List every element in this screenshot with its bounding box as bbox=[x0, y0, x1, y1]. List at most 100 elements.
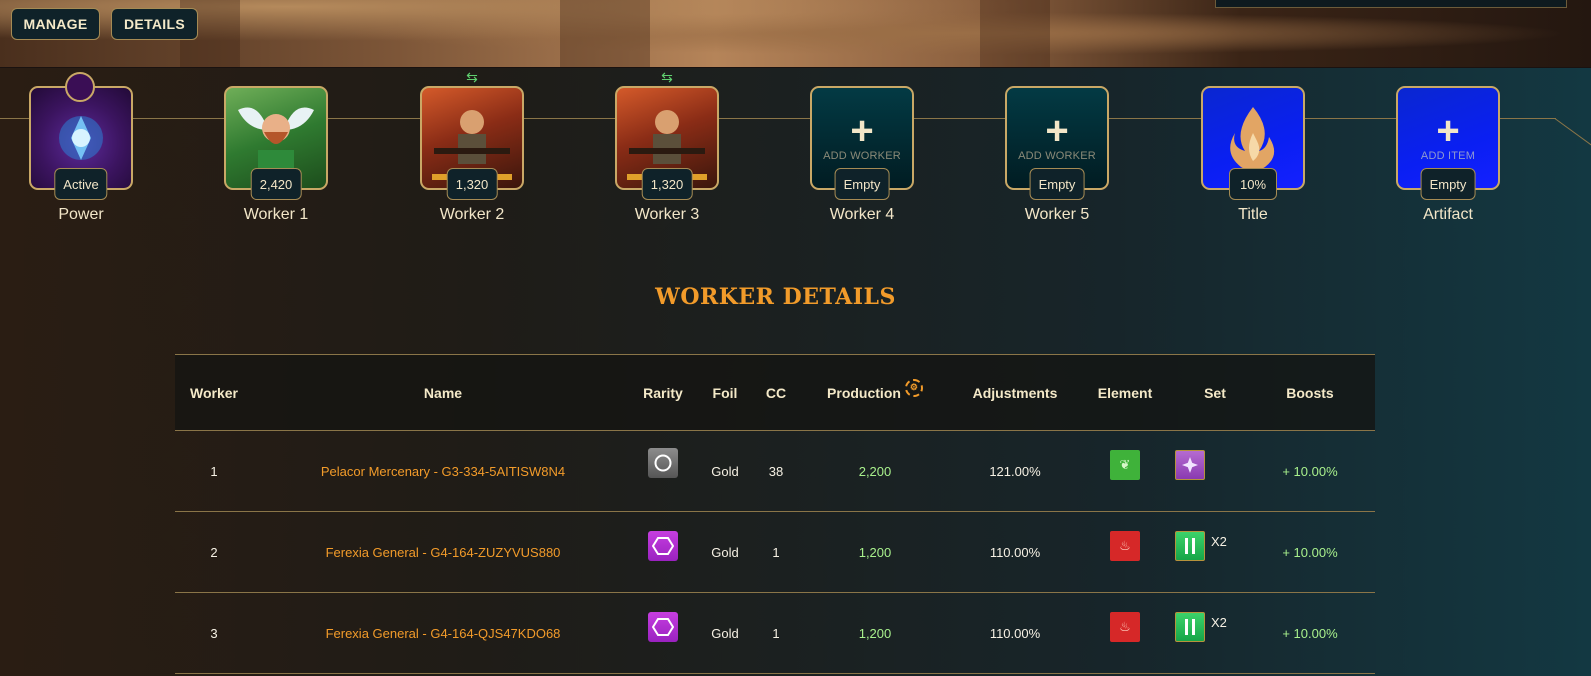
worker-details-table: Worker Name Rarity Foil CC Production ⚙ … bbox=[175, 354, 1375, 674]
cell-boosts: + 10.00% bbox=[1282, 625, 1338, 641]
slot-worker-1[interactable]: 2,420 Worker 1 bbox=[224, 86, 328, 223]
plus-icon: + bbox=[850, 109, 874, 153]
slot-label: Power bbox=[58, 206, 104, 223]
cell-name-link[interactable]: Ferexia General - G4-164-QJS47KDO68 bbox=[293, 593, 593, 673]
col-header-worker[interactable]: Worker bbox=[175, 355, 253, 430]
power-orb-icon bbox=[65, 72, 95, 102]
col-header-name[interactable]: Name bbox=[293, 355, 593, 430]
plus-icon: + bbox=[1436, 109, 1460, 153]
cell-rarity bbox=[630, 506, 696, 586]
col-header-production-label: Production bbox=[827, 384, 901, 401]
cell-production: 1,200 bbox=[858, 625, 892, 641]
col-header-set[interactable]: Set bbox=[1185, 355, 1245, 430]
slot-label: Worker 4 bbox=[829, 206, 895, 223]
slot-label: Title bbox=[1238, 206, 1268, 223]
col-header-cc[interactable]: CC bbox=[753, 355, 799, 430]
cell-element: ❦ bbox=[1090, 425, 1160, 505]
slot-badge: Empty bbox=[834, 168, 890, 200]
slot-badge: 2,420 bbox=[250, 168, 302, 200]
cell-cc: 38 bbox=[768, 463, 784, 479]
cell-boosts: + 10.00% bbox=[1282, 463, 1338, 479]
banner-plank bbox=[560, 0, 650, 67]
banner-plank bbox=[980, 0, 1050, 67]
slot-worker-2[interactable]: ⇆ 1,320 Worker 2 bbox=[420, 70, 524, 223]
cell-element: ♨ bbox=[1090, 506, 1160, 586]
col-header-rarity[interactable]: Rarity bbox=[630, 355, 696, 430]
table-header: Worker Name Rarity Foil CC Production ⚙ … bbox=[175, 355, 1375, 431]
cell-rarity bbox=[630, 423, 696, 503]
slot-artifact[interactable]: + ADD ITEM Empty Artifact bbox=[1396, 86, 1500, 223]
rarity-common-circle-icon bbox=[648, 448, 678, 478]
cell-set: X2 bbox=[1175, 587, 1255, 667]
slot-worker-4[interactable]: + ADD WORKER Empty Worker 4 bbox=[810, 86, 914, 223]
set-green-icon bbox=[1175, 612, 1205, 642]
cell-foil: Gold bbox=[711, 625, 739, 641]
top-banner-artwork bbox=[0, 0, 1591, 68]
manage-button[interactable]: MANAGE bbox=[11, 8, 100, 40]
table-row[interactable]: 2 Ferexia General - G4-164-ZUZYVUS880 Go… bbox=[175, 512, 1375, 593]
earth-element-icon: ❦ bbox=[1110, 450, 1140, 480]
production-gear-icon: ⚙ bbox=[904, 378, 923, 397]
cell-name-link[interactable]: Pelacor Mercenary - G3-334-5AITISW8N4 bbox=[293, 431, 593, 511]
cell-foil: Gold bbox=[711, 544, 739, 560]
plus-icon: + bbox=[1045, 109, 1069, 153]
cell-name-link[interactable]: Ferexia General - G4-164-ZUZYVUS880 bbox=[293, 512, 593, 592]
cell-set bbox=[1175, 425, 1235, 505]
slot-badge: Active bbox=[54, 168, 108, 200]
slot-badge: 10% bbox=[1229, 168, 1277, 200]
add-worker-label: ADD WORKER bbox=[823, 150, 901, 162]
fire-element-icon: ♨ bbox=[1110, 531, 1140, 561]
set-purple-icon bbox=[1175, 450, 1205, 480]
slot-badge: Empty bbox=[1420, 168, 1476, 200]
col-header-production[interactable]: Production ⚙ bbox=[815, 355, 935, 430]
col-header-boosts[interactable]: Boosts bbox=[1275, 355, 1345, 430]
slot-connector-line-end bbox=[1554, 118, 1591, 146]
swap-icon[interactable]: ⇆ bbox=[466, 70, 478, 84]
cell-production: 2,200 bbox=[858, 463, 892, 479]
set-green-icon bbox=[1175, 531, 1205, 561]
swap-icon[interactable]: ⇆ bbox=[661, 70, 673, 84]
cell-rarity bbox=[630, 587, 696, 667]
cell-set: X2 bbox=[1175, 506, 1255, 586]
rarity-epic-hexagon-icon bbox=[648, 531, 678, 561]
slot-label: Worker 1 bbox=[243, 206, 309, 223]
slot-label: Artifact bbox=[1423, 206, 1473, 223]
cell-foil: Gold bbox=[711, 463, 739, 479]
slot-badge: Empty bbox=[1029, 168, 1085, 200]
col-header-adjustments[interactable]: Adjustments bbox=[955, 355, 1075, 430]
power-crystal-icon bbox=[59, 116, 103, 160]
table-row[interactable]: 1 Pelacor Mercenary - G3-334-5AITISW8N4 … bbox=[175, 431, 1375, 512]
slot-title[interactable]: 10% Title bbox=[1201, 86, 1305, 223]
slot-worker-3[interactable]: ⇆ 1,320 Worker 3 bbox=[615, 70, 719, 223]
cell-adjustments: 110.00% bbox=[989, 544, 1041, 560]
slot-power[interactable]: Active Power bbox=[29, 72, 133, 223]
cell-worker: 2 bbox=[210, 544, 218, 560]
slot-badge: 1,320 bbox=[641, 168, 693, 200]
set-multiplier: X2 bbox=[1211, 614, 1227, 630]
fire-element-icon: ♨ bbox=[1110, 612, 1140, 642]
section-title: WORKER DETAILS bbox=[655, 284, 896, 310]
slot-label: Worker 2 bbox=[439, 206, 505, 223]
slot-label: Worker 5 bbox=[1024, 206, 1090, 223]
slot-badge: 1,320 bbox=[446, 168, 498, 200]
cell-element: ♨ bbox=[1090, 587, 1160, 667]
cell-boosts: + 10.00% bbox=[1282, 544, 1338, 560]
cell-cc: 1 bbox=[772, 625, 780, 641]
cell-adjustments: 121.00% bbox=[989, 463, 1041, 479]
add-worker-label: ADD WORKER bbox=[1018, 150, 1096, 162]
cell-cc: 1 bbox=[772, 544, 780, 560]
cell-adjustments: 110.00% bbox=[989, 625, 1041, 641]
flame-icon bbox=[1230, 107, 1275, 171]
set-multiplier: X2 bbox=[1211, 533, 1227, 549]
slot-label: Worker 3 bbox=[634, 206, 700, 223]
slot-worker-5[interactable]: + ADD WORKER Empty Worker 5 bbox=[1005, 86, 1109, 223]
cell-worker: 3 bbox=[210, 625, 218, 641]
col-header-element[interactable]: Element bbox=[1090, 355, 1160, 430]
cell-worker: 1 bbox=[210, 463, 218, 479]
col-header-foil[interactable]: Foil bbox=[700, 355, 750, 430]
add-item-label: ADD ITEM bbox=[1420, 150, 1476, 162]
details-button[interactable]: DETAILS bbox=[111, 8, 198, 40]
cell-production: 1,200 bbox=[858, 544, 892, 560]
banner-panel bbox=[1215, 0, 1567, 8]
table-row[interactable]: 3 Ferexia General - G4-164-QJS47KDO68 Go… bbox=[175, 593, 1375, 674]
